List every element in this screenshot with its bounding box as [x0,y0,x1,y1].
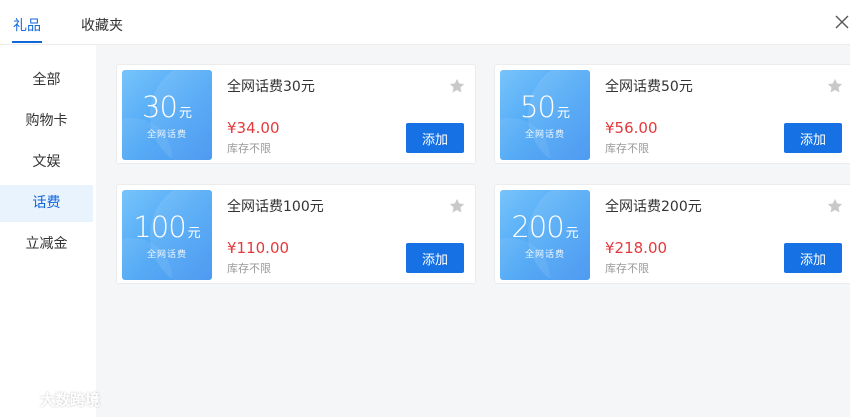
tab-gifts[interactable]: 礼品 [13,15,41,35]
product-thumbnail: 200 元 全网话费 [500,190,590,280]
sidebar-item-shopping-card[interactable]: 购物卡 [0,103,93,140]
thumbnail-badge: 全网话费 [146,250,187,260]
star-icon[interactable] [826,197,844,215]
star-icon[interactable] [826,77,844,95]
add-button[interactable]: 添加 [784,243,842,273]
sidebar-item-all[interactable]: 全部 [0,62,93,99]
product-price: ¥56.00 [605,119,658,137]
thumbnail-amount: 200 [511,210,564,244]
thumbnail-badge: 全网话费 [524,130,565,140]
sidebar-item-discount[interactable]: 立减金 [0,226,93,263]
thumbnail-unit: 元 [565,226,579,241]
tab-favorites[interactable]: 收藏夹 [81,15,123,35]
product-card: 50 元 全网话费 全网话费50元 ¥56.00 库存不限 添加 [494,64,850,164]
close-icon[interactable] [832,12,850,32]
watermark: 大数跨境 [8,389,100,410]
product-card: 30 元 全网话费 全网话费30元 ¥34.00 库存不限 添加 [116,64,476,164]
sidebar-item-phone-credit[interactable]: 话费 [0,185,93,222]
product-thumbnail: 30 元 全网话费 [122,70,212,160]
star-icon[interactable] [448,197,466,215]
product-title: 全网话费50元 [605,79,693,95]
product-stock: 库存不限 [605,142,649,155]
product-title: 全网话费100元 [227,199,324,215]
product-card: 100 元 全网话费 全网话费100元 ¥110.00 库存不限 添加 [116,184,476,284]
product-price: ¥218.00 [605,239,668,257]
watermark-logo-icon [9,393,33,407]
active-tab-indicator [12,41,42,43]
thumbnail-badge: 全网话费 [146,130,187,140]
product-stock: 库存不限 [605,262,649,275]
add-button[interactable]: 添加 [406,123,464,153]
thumbnail-amount: 30 [142,90,178,124]
product-stock: 库存不限 [227,142,271,155]
thumbnail-unit: 元 [178,106,192,121]
product-grid: 30 元 全网话费 全网话费30元 ¥34.00 库存不限 添加 50 元 全网话费… [96,45,850,417]
product-stock: 库存不限 [227,262,271,275]
add-button[interactable]: 添加 [406,243,464,273]
thumbnail-amount: 50 [520,90,556,124]
tab-bar: 礼品 收藏夹 [0,0,850,45]
add-button[interactable]: 添加 [784,123,842,153]
product-title: 全网话费200元 [605,199,702,215]
product-card: 200 元 全网话费 全网话费200元 ¥218.00 库存不限 添加 [494,184,850,284]
product-thumbnail: 50 元 全网话费 [500,70,590,160]
product-title: 全网话费30元 [227,79,315,95]
category-sidebar: 全部 购物卡 文娱 话费 立减金 [0,45,96,417]
thumbnail-unit: 元 [556,106,570,121]
product-thumbnail: 100 元 全网话费 [122,190,212,280]
star-icon[interactable] [448,77,466,95]
thumbnail-unit: 元 [187,226,201,241]
sidebar-item-entertainment[interactable]: 文娱 [0,144,93,181]
thumbnail-badge: 全网话费 [524,250,565,260]
product-price: ¥34.00 [227,119,280,137]
thumbnail-amount: 100 [133,210,186,244]
watermark-text: 大数跨境 [40,391,101,409]
product-price: ¥110.00 [227,239,290,257]
